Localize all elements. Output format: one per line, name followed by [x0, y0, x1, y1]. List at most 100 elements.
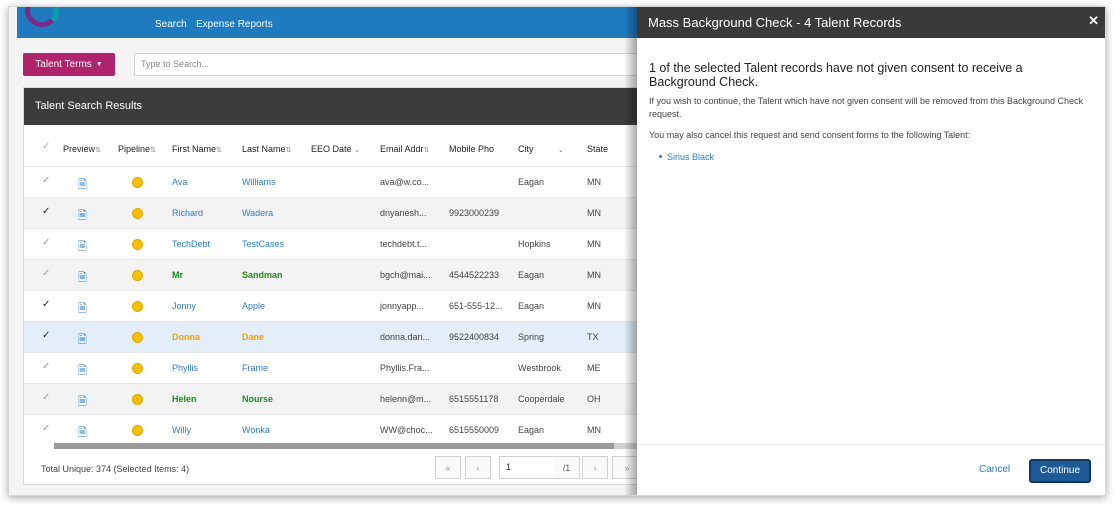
top-navbar: Search Expense Reports: [17, 7, 645, 38]
email-cell: ava@w.co...: [380, 177, 430, 187]
state-cell: MN: [587, 425, 601, 435]
email-cell: helenn@m...: [380, 394, 432, 404]
first-name-link[interactable]: Mr: [172, 270, 236, 280]
nav-search-link[interactable]: Search: [155, 19, 187, 30]
pipeline-status-icon: [132, 363, 143, 374]
pipeline-status-icon: [132, 208, 143, 219]
table-row[interactable]: ✓ 🗎 TechDebt TestCases techdebt.t... Hopkins M…: [24, 228, 644, 259]
table-row[interactable]: ✓ 🗎 Donna Dane donna.dan... 9522400834 Spring T…: [24, 321, 644, 352]
mobile-phone-cell: 9522400834: [449, 332, 500, 342]
pipeline-status-icon: [132, 270, 143, 281]
app-window: Search Expense Reports Talent Terms ▼ Ty…: [8, 6, 1106, 496]
column-header-last-name[interactable]: Last Name⇅: [242, 144, 291, 154]
last-name-link[interactable]: Nourse: [242, 394, 306, 404]
column-header-eeo-date[interactable]: EEO Date ⌄: [311, 144, 360, 154]
last-name-link[interactable]: Dane: [242, 332, 306, 342]
mobile-phone-cell: 651-555-12...: [449, 301, 503, 311]
close-icon[interactable]: ✕: [1088, 14, 1099, 28]
last-name-link[interactable]: TestCases: [242, 239, 306, 249]
row-checkbox[interactable]: ✓: [42, 423, 50, 434]
document-icon[interactable]: 🗎: [78, 424, 87, 443]
state-cell: ME: [587, 363, 601, 373]
prev-page-button[interactable]: ‹: [465, 456, 491, 479]
last-name-link[interactable]: Sandman: [242, 270, 306, 280]
consent-warning-headline: 1 of the selected Talent records have no…: [649, 61, 1023, 89]
next-page-button[interactable]: ›: [582, 456, 608, 479]
city-cell: Hopkins: [518, 239, 551, 249]
scrollbar-thumb[interactable]: [54, 443, 614, 449]
document-icon[interactable]: 🗎: [78, 176, 87, 195]
table-row[interactable]: ✓ 🗎 Helen Nourse helenn@m... 6515551178 Cooper…: [24, 383, 644, 414]
column-header-preview[interactable]: Preview⇅: [63, 144, 101, 154]
column-header-pipeline[interactable]: Pipeline⇅: [118, 144, 156, 154]
document-icon[interactable]: 🗎: [78, 393, 87, 412]
column-header-first-name[interactable]: First Name⇅: [172, 144, 222, 154]
row-checkbox[interactable]: ✓: [42, 237, 50, 248]
document-icon[interactable]: 🗎: [78, 269, 87, 288]
column-header-state[interactable]: State: [587, 144, 608, 154]
email-cell: Phyllis.Fra...: [380, 363, 430, 373]
email-cell: WW@choc...: [380, 425, 433, 435]
sort-icon: ⇅: [95, 147, 101, 154]
horizontal-scrollbar[interactable]: [54, 443, 646, 449]
column-header-label: City: [518, 144, 534, 154]
talent-terms-label: Talent Terms: [35, 59, 92, 70]
search-input[interactable]: Type to Search...: [134, 53, 644, 76]
table-row[interactable]: ✓ 🗎 Ava Williams ava@w.co... Eagan MN: [24, 166, 644, 197]
first-name-link[interactable]: Phyllis: [172, 363, 236, 373]
table-row[interactable]: ✓ 🗎 Phyllis Frame Phyllis.Fra... Westbrook ME: [24, 352, 644, 383]
first-page-button[interactable]: «: [435, 456, 461, 479]
row-checkbox[interactable]: ✓: [42, 330, 50, 341]
mobile-phone-cell: 6515551178: [449, 394, 499, 404]
pipeline-status-icon: [132, 332, 143, 343]
first-name-link[interactable]: Donna: [172, 332, 236, 342]
select-all-checkbox[interactable]: ✓: [42, 141, 50, 152]
continue-button[interactable]: Continue: [1029, 459, 1091, 483]
pipeline-status-icon: [132, 425, 143, 436]
table-row[interactable]: ✓ 🗎 Willy Wonka WW@choc... 6515550009 Eagan MN: [24, 414, 644, 445]
talent-terms-button[interactable]: Talent Terms ▼: [23, 53, 115, 76]
row-checkbox[interactable]: ✓: [42, 299, 50, 310]
column-header-label: State: [587, 144, 609, 154]
sort-icon: ⇅: [285, 147, 292, 154]
first-name-link[interactable]: Helen: [172, 394, 236, 404]
document-icon[interactable]: 🗎: [78, 331, 87, 350]
row-checkbox[interactable]: ✓: [42, 392, 50, 403]
document-icon[interactable]: 🗎: [78, 300, 87, 319]
nav-expense-reports-link[interactable]: Expense Reports: [196, 19, 273, 30]
page-number-input[interactable]: 1: [499, 456, 562, 479]
first-name-link[interactable]: Richard: [172, 208, 236, 218]
last-name-link[interactable]: Frame: [242, 363, 306, 373]
table-row[interactable]: ✓ 🗎 Mr Sandman bgch@mai... 4544522233 Eagan MN: [24, 259, 644, 290]
cancel-button[interactable]: Cancel: [979, 464, 1010, 475]
document-icon[interactable]: 🗎: [78, 238, 87, 257]
row-checkbox[interactable]: ✓: [42, 361, 50, 372]
pipeline-status-icon: [132, 239, 143, 250]
column-header-city[interactable]: City ⌄: [518, 144, 564, 154]
row-checkbox[interactable]: ✓: [42, 206, 50, 217]
document-icon[interactable]: 🗎: [78, 362, 87, 381]
last-name-link[interactable]: Wadera: [242, 208, 306, 218]
last-name-link[interactable]: Williams: [242, 177, 306, 187]
talent-results-panel: Talent Search Results ✓ Preview⇅ Pipelin…: [23, 87, 646, 485]
city-cell: Spring: [518, 332, 545, 342]
column-header-email[interactable]: Email Addr⇅: [380, 144, 429, 154]
document-icon[interactable]: 🗎: [78, 207, 87, 226]
first-name-link[interactable]: Willy: [172, 425, 236, 435]
row-checkbox[interactable]: ✓: [42, 175, 50, 186]
column-header-label: EEO Date: [311, 144, 352, 154]
first-name-link[interactable]: Ava: [172, 177, 236, 187]
city-cell: Eagan: [518, 270, 545, 280]
row-checkbox[interactable]: ✓: [42, 268, 50, 279]
state-cell: TX: [587, 332, 599, 342]
talent-link-sirius-black[interactable]: Sirius Black: [658, 152, 714, 162]
column-header-mobile-phone[interactable]: Mobile Pho: [449, 144, 494, 154]
consent-warning-detail: If you wish to continue, the Talent whic…: [649, 96, 1084, 119]
first-name-link[interactable]: Jonny: [172, 301, 236, 311]
table-row[interactable]: ✓ 🗎 Jonny Apple jonnyapp... 651-555-12... Eaga…: [24, 290, 644, 321]
city-cell: Westbrook: [518, 363, 561, 373]
last-name-link[interactable]: Wonka: [242, 425, 306, 435]
table-row[interactable]: ✓ 🗎 Richard Wadera dnyanesh... 9923000239 MN: [24, 197, 644, 228]
last-name-link[interactable]: Apple: [242, 301, 306, 311]
first-name-link[interactable]: TechDebt: [172, 239, 236, 249]
